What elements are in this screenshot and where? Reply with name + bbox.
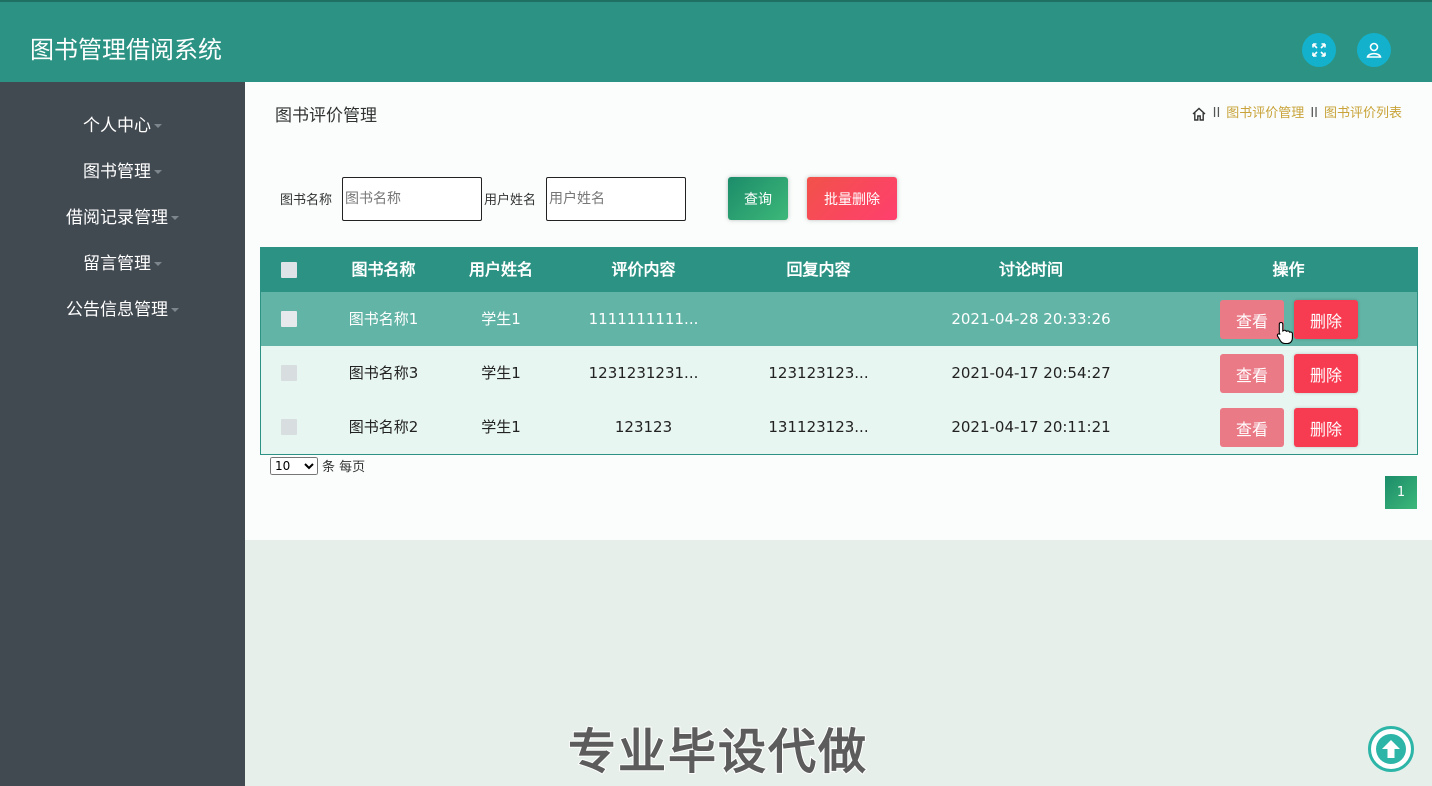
cell-time: 2021-04-17 20:11:21 xyxy=(951,418,1111,436)
hand-cursor-icon xyxy=(1276,321,1293,345)
fullscreen-icon xyxy=(1312,43,1326,57)
back-to-top-button[interactable] xyxy=(1368,726,1414,772)
user-name-label: 用户姓名 xyxy=(484,193,537,208)
breadcrumb-item: 图书评价列表 xyxy=(1323,106,1402,121)
page-size-control: 10 条 每页 xyxy=(270,456,365,475)
caret-down-icon xyxy=(171,308,179,312)
sidebar-item-label: 图书管理 xyxy=(83,162,151,182)
sidebar-item-personal-center[interactable]: 个人中心 xyxy=(0,111,245,141)
book-name-input[interactable] xyxy=(342,177,482,221)
home-icon[interactable] xyxy=(1191,106,1207,122)
app-title: 图书管理借阅系统 xyxy=(30,36,222,64)
book-name-label: 图书名称 xyxy=(280,193,333,208)
row-checkbox[interactable] xyxy=(281,419,297,435)
page-size-select[interactable]: 10 xyxy=(270,456,318,475)
cell-content: 1111111111... xyxy=(588,310,699,328)
delete-button[interactable]: 删除 xyxy=(1294,300,1358,339)
view-button[interactable]: 查看 xyxy=(1220,300,1284,339)
cell-book: 图书名称3 xyxy=(348,364,419,382)
column-header-actions: 操作 xyxy=(1272,260,1305,279)
cell-reply: 131123123... xyxy=(768,418,869,436)
arrow-up-icon xyxy=(1376,734,1406,764)
sidebar-item-label: 借阅记录管理 xyxy=(66,208,168,228)
caret-down-icon xyxy=(154,124,162,128)
sidebar-item-announcements[interactable]: 公告信息管理 xyxy=(0,295,245,325)
main-panel: 图书评价管理 II 图书评价管理 II 图书评价列表 图书名称 用户姓名 查询 … xyxy=(245,82,1432,540)
cell-time: 2021-04-17 20:54:27 xyxy=(951,364,1111,382)
table-row[interactable]: 图书名称2 学生1 123123 131123123... 2021-04-17… xyxy=(261,400,1417,454)
breadcrumb: II 图书评价管理 II 图书评价列表 xyxy=(1191,104,1402,124)
sidebar-item-messages[interactable]: 留言管理 xyxy=(0,249,245,279)
caret-down-icon xyxy=(154,170,162,174)
row-checkbox[interactable] xyxy=(281,365,297,381)
cell-user: 学生1 xyxy=(481,364,521,382)
watermark-text: 专业毕设代做 xyxy=(567,723,869,781)
breadcrumb-separator: II xyxy=(1212,106,1221,121)
table-row[interactable]: 图书名称3 学生1 1231231231... 123123123... 202… xyxy=(261,346,1417,400)
page-number-button[interactable]: 1 xyxy=(1385,476,1417,509)
caret-down-icon xyxy=(154,262,162,266)
user-icon xyxy=(1366,42,1382,58)
column-header-user[interactable]: 用户姓名 xyxy=(446,248,556,292)
column-header-content[interactable]: 评价内容 xyxy=(571,248,716,292)
sidebar-item-borrow-records[interactable]: 借阅记录管理 xyxy=(0,203,245,233)
column-header-reply[interactable]: 回复内容 xyxy=(731,248,906,292)
cell-reply xyxy=(731,292,906,346)
cell-content: 123123 xyxy=(614,418,673,436)
user-button[interactable] xyxy=(1357,33,1391,67)
sidebar-item-label: 留言管理 xyxy=(83,254,151,274)
cell-book: 图书名称1 xyxy=(348,310,419,328)
row-checkbox[interactable] xyxy=(281,311,297,327)
view-button[interactable]: 查看 xyxy=(1220,408,1284,447)
cell-user: 学生1 xyxy=(481,310,521,328)
cell-content: 1231231231... xyxy=(588,364,699,382)
breadcrumb-separator: II xyxy=(1310,106,1318,121)
user-name-input[interactable] xyxy=(546,177,686,221)
cell-reply: 123123123... xyxy=(768,364,869,382)
delete-button[interactable]: 删除 xyxy=(1294,354,1358,393)
batch-delete-button[interactable]: 批量删除 xyxy=(807,177,897,220)
review-table: 图书名称 用户姓名 评价内容 回复内容 讨论时间 操作 图书名称1 学生1 11… xyxy=(260,247,1418,455)
cell-user: 学生1 xyxy=(481,418,521,436)
sidebar-item-book-management[interactable]: 图书管理 xyxy=(0,157,245,187)
query-button[interactable]: 查询 xyxy=(728,177,788,220)
column-header-book[interactable]: 图书名称 xyxy=(326,248,441,292)
sidebar-item-label: 公告信息管理 xyxy=(66,300,168,320)
sidebar: 个人中心 图书管理 借阅记录管理 留言管理 公告信息管理 xyxy=(0,82,245,786)
table-row[interactable]: 图书名称1 学生1 1111111111... 2021-04-28 20:33… xyxy=(261,292,1417,346)
table-header: 图书名称 用户姓名 评价内容 回复内容 讨论时间 操作 xyxy=(261,248,1417,292)
caret-down-icon xyxy=(171,216,179,220)
page-title: 图书评价管理 xyxy=(275,106,377,126)
column-header-time[interactable]: 讨论时间 xyxy=(921,248,1141,292)
fullscreen-button[interactable] xyxy=(1302,33,1336,67)
select-all-checkbox[interactable] xyxy=(281,262,297,278)
cell-time: 2021-04-28 20:33:26 xyxy=(951,310,1111,328)
view-button[interactable]: 查看 xyxy=(1220,354,1284,393)
delete-button[interactable]: 删除 xyxy=(1294,408,1358,447)
page-size-suffix: 条 每页 xyxy=(322,460,366,475)
sidebar-item-label: 个人中心 xyxy=(83,116,151,136)
breadcrumb-item[interactable]: 图书评价管理 xyxy=(1226,104,1304,124)
top-bar: 图书管理借阅系统 xyxy=(0,0,1432,82)
cell-book: 图书名称2 xyxy=(348,418,419,436)
